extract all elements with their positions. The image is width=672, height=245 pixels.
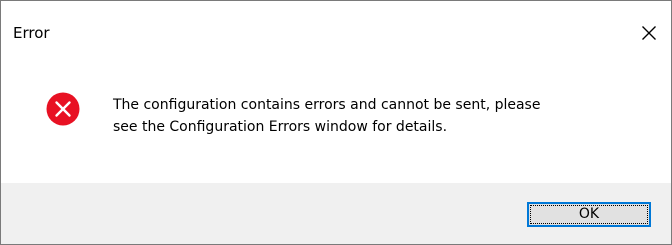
ok-button[interactable]: OK: [527, 202, 651, 227]
error-icon: [46, 92, 80, 126]
button-bar: OK: [1, 183, 671, 244]
message-area: The configuration contains errors and ca…: [1, 63, 671, 183]
error-dialog: Error The configuration contains errors …: [0, 0, 672, 245]
window-title: Error: [13, 24, 50, 42]
close-button[interactable]: [627, 13, 671, 53]
ok-button-label: OK: [578, 206, 600, 222]
title-bar[interactable]: Error: [1, 1, 671, 63]
close-icon: [642, 26, 656, 40]
error-message: The configuration contains errors and ca…: [113, 97, 541, 135]
